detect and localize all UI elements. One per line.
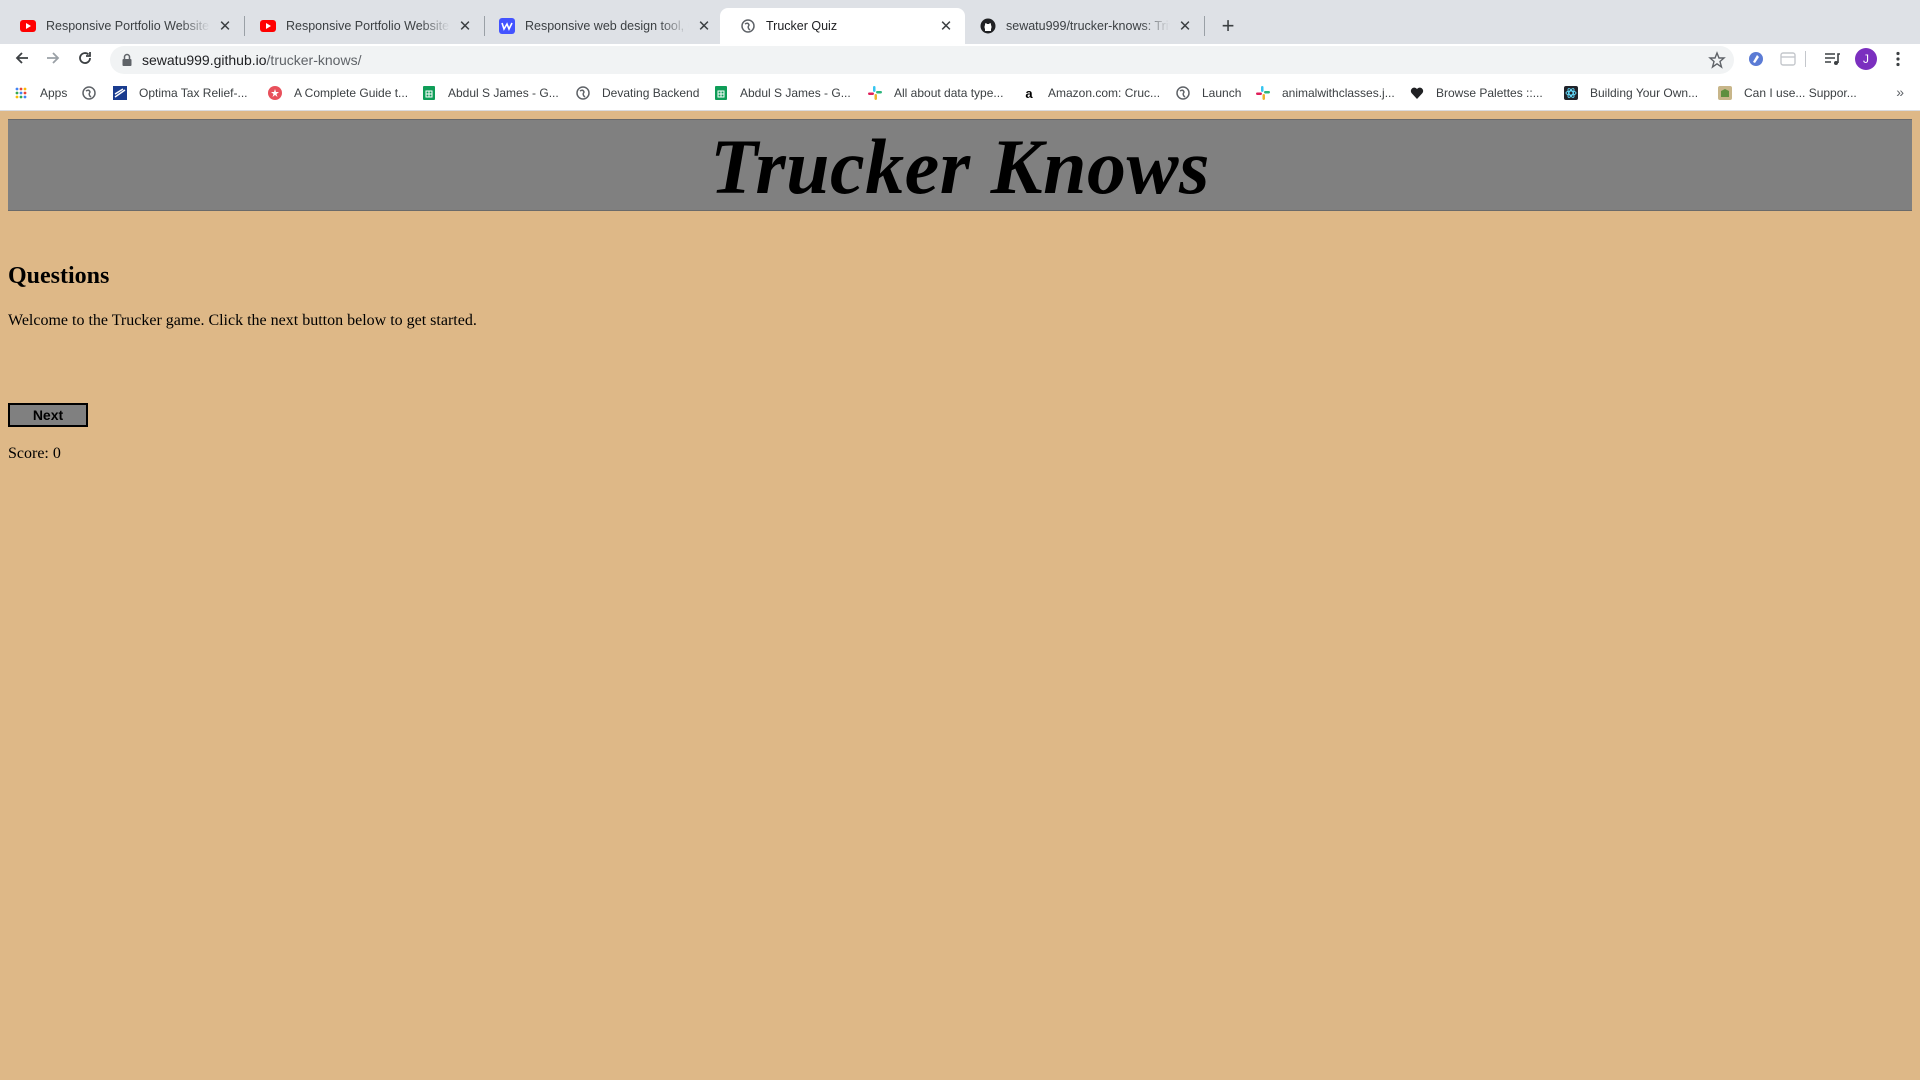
github-icon	[980, 18, 996, 34]
close-tab-icon[interactable]: ✕	[216, 17, 234, 35]
close-tab-icon[interactable]: ✕	[1176, 17, 1194, 35]
bookmark-label: Launch	[1202, 86, 1242, 100]
browser-tab-active[interactable]: Trucker Quiz ✕	[720, 8, 965, 44]
amazon-icon: a	[1025, 85, 1033, 101]
google-sheets-icon	[714, 86, 728, 100]
bookmark-label: Building Your Own...	[1590, 86, 1699, 100]
browser-tab[interactable]: Responsive web design tool, CM ✕	[479, 8, 723, 44]
site-title: Trucker Knows	[710, 123, 1210, 210]
youtube-icon	[20, 18, 36, 34]
browser-tab[interactable]: Responsive Portfolio Website [2 ✕	[0, 8, 244, 44]
bookmark-label: animalwithclasses.j...	[1282, 86, 1395, 100]
bookmark-item[interactable]: a Amazon.com: Cruc...	[1022, 84, 1160, 102]
site-banner: Trucker Knows	[8, 119, 1912, 211]
reload-icon	[77, 50, 93, 71]
extension-icon[interactable]	[1746, 49, 1766, 69]
browser-chrome: Responsive Portfolio Website [2 ✕ Respon…	[0, 0, 1920, 111]
tab-strip: Responsive Portfolio Website [2 ✕ Respon…	[0, 0, 1920, 44]
tab-title: Responsive Portfolio Website [2	[46, 19, 210, 33]
bookmark-label: Devating Backend	[602, 86, 700, 100]
youtube-icon	[260, 18, 276, 34]
bookmark-item[interactable]	[82, 84, 108, 102]
optima-icon	[113, 86, 127, 100]
globe-icon	[576, 86, 590, 100]
avatar[interactable]: J	[1855, 48, 1877, 70]
bookmark-apps[interactable]: Apps	[14, 84, 67, 102]
bookmark-label: Apps	[40, 86, 68, 100]
avatar-initial: J	[1863, 52, 1869, 66]
url-path: /trucker-knows/	[266, 52, 362, 68]
close-tab-icon[interactable]: ✕	[695, 17, 713, 35]
bookmark-label: A Complete Guide t...	[294, 86, 409, 100]
bookmark-label: All about data type...	[894, 86, 1004, 100]
bookmarks-overflow-button[interactable]: »	[1896, 84, 1904, 100]
tab-title: sewatu999/trucker-knows: Trivia	[1006, 19, 1170, 33]
bookmark-label: Can I use... Suppor...	[1744, 86, 1857, 100]
score-text: Score: 0	[8, 445, 61, 462]
palette-icon	[1410, 86, 1424, 100]
questions-heading: Questions	[8, 263, 110, 289]
bookmark-star-icon[interactable]	[1708, 51, 1726, 69]
reload-button[interactable]	[71, 46, 99, 74]
bookmark-item[interactable]: Can I use... Suppor...	[1718, 84, 1857, 102]
tab-title: Responsive web design tool, CM	[525, 19, 689, 33]
arrow-right-icon	[45, 50, 61, 71]
toolbar-divider	[1804, 49, 1806, 69]
bookmark-item[interactable]: Abdul S James - G...	[714, 84, 851, 102]
bookmark-item[interactable]: Devating Backend	[576, 84, 699, 102]
kebab-menu-icon[interactable]	[1888, 49, 1908, 69]
url-domain: sewatu999.github.io	[142, 52, 267, 68]
slack-icon	[1256, 86, 1270, 100]
extension-icon[interactable]	[1778, 49, 1798, 69]
tab-separator	[1204, 16, 1205, 36]
next-button[interactable]: Next	[8, 403, 88, 427]
arrow-left-icon	[14, 50, 30, 71]
bookmark-label: Abdul S James - G...	[740, 86, 851, 100]
bookmark-item[interactable]: All about data type...	[868, 84, 1003, 102]
bookmark-item[interactable]: Abdul S James - G...	[422, 84, 559, 102]
browser-toolbar: sewatu999.github.io/trucker-knows/ J	[0, 44, 1920, 74]
back-button[interactable]	[8, 46, 36, 74]
google-sheets-icon	[422, 86, 436, 100]
lock-icon	[122, 53, 132, 67]
bookmark-label: Amazon.com: Cruc...	[1048, 86, 1161, 100]
bookmark-item[interactable]: Browse Palettes ::...	[1410, 84, 1543, 102]
slack-icon	[868, 86, 882, 100]
bookmark-item[interactable]: A Complete Guide t...	[268, 84, 408, 102]
bookmark-item[interactable]: animalwithclasses.j...	[1256, 84, 1395, 102]
caniuse-icon	[1718, 86, 1732, 100]
globe-icon	[1176, 86, 1190, 100]
bookmark-item[interactable]: Optima Tax Relief-...	[113, 84, 247, 102]
media-queue-icon[interactable]	[1822, 49, 1842, 69]
css-tricks-icon	[268, 86, 282, 100]
bookmark-label: Browse Palettes ::...	[1436, 86, 1543, 100]
webflow-icon	[499, 18, 515, 34]
tab-title: Trucker Quiz	[766, 19, 838, 33]
new-tab-button[interactable]: +	[1214, 12, 1242, 40]
welcome-text: Welcome to the Trucker game. Click the n…	[8, 312, 477, 329]
page-content: Trucker Knows Questions Welcome to the T…	[0, 111, 1920, 1080]
apps-grid-icon	[14, 86, 28, 100]
browser-tab[interactable]: sewatu999/trucker-knows: Trivia ✕	[960, 8, 1204, 44]
globe-icon	[740, 18, 756, 34]
close-tab-icon[interactable]: ✕	[456, 17, 474, 35]
forward-button[interactable]	[39, 46, 67, 74]
url-text: sewatu999.github.io/trucker-knows/	[142, 46, 361, 74]
bookmark-item[interactable]: Launch	[1176, 84, 1241, 102]
bookmark-label: Abdul S James - G...	[448, 86, 559, 100]
globe-icon	[82, 86, 96, 100]
close-tab-icon[interactable]: ✕	[937, 17, 955, 35]
react-icon	[1564, 86, 1578, 100]
browser-tab[interactable]: Responsive Portfolio Website [2 ✕	[240, 8, 484, 44]
bookmark-item[interactable]: Building Your Own...	[1564, 84, 1698, 102]
bookmarks-bar: Apps Optima Tax Relief-... A Complete Gu…	[0, 80, 1920, 106]
tab-title: Responsive Portfolio Website [2	[286, 19, 450, 33]
address-bar[interactable]: sewatu999.github.io/trucker-knows/	[110, 46, 1734, 74]
bookmark-label: Optima Tax Relief-...	[139, 86, 248, 100]
